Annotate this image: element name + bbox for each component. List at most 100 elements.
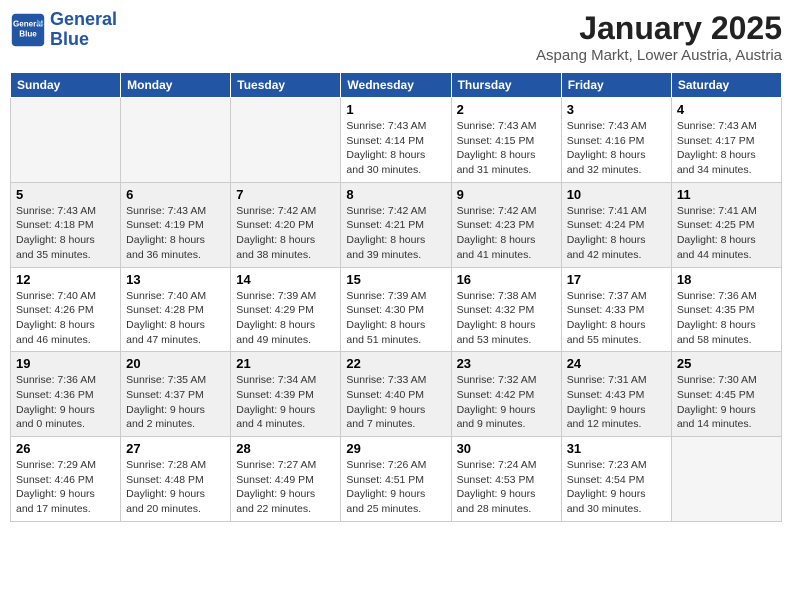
calendar-day-cell: 16Sunrise: 7:38 AM Sunset: 4:32 PM Dayli… [451, 267, 561, 352]
day-number: 20 [126, 356, 225, 371]
weekday-header: Wednesday [341, 73, 451, 98]
day-number: 8 [346, 187, 445, 202]
calendar-day-cell: 25 Sunrise: 7:30 AM Sunset: 4:45 PM Dayli… [671, 352, 781, 437]
day-number: 14 [236, 272, 335, 287]
day-info: Sunrise: 7:43 AM Sunset: 4:17 PM Dayligh… [677, 119, 776, 178]
calendar-day-cell [671, 437, 781, 522]
day-number: 21 [236, 356, 335, 371]
calendar-week-row: 12 Sunrise: 7:40 AM Sunset: 4:26 PM Dayli… [11, 267, 782, 352]
calendar-day-cell: 22 Sunrise: 7:33 AM Sunset: 4:40 PM Dayli… [341, 352, 451, 437]
day-number: 12 [16, 272, 115, 287]
calendar-day-cell: 11Sunrise: 7:41 AM Sunset: 4:25 PM Dayli… [671, 182, 781, 267]
day-number: 29 [346, 441, 445, 456]
calendar-day-cell: 2Sunrise: 7:43 AM Sunset: 4:15 PM Daylig… [451, 98, 561, 183]
calendar-week-row: 19 Sunrise: 7:36 AM Sunset: 4:36 PM Dayli… [11, 352, 782, 437]
day-info: Sunrise: 7:35 AM Sunset: 4:37 PM Dayligh… [126, 373, 225, 432]
logo-icon: General Blue [10, 12, 46, 48]
day-number: 19 [16, 356, 115, 371]
day-info: Sunrise: 7:31 AM Sunset: 4:43 PM Dayligh… [567, 373, 666, 432]
day-number: 10 [567, 187, 666, 202]
calendar-day-cell: 9Sunrise: 7:42 AM Sunset: 4:23 PM Daylig… [451, 182, 561, 267]
day-number: 23 [457, 356, 556, 371]
day-info: Sunrise: 7:29 AM Sunset: 4:46 PM Dayligh… [16, 458, 115, 517]
day-number: 24 [567, 356, 666, 371]
day-info: Sunrise: 7:34 AM Sunset: 4:39 PM Dayligh… [236, 373, 335, 432]
weekday-header: Friday [561, 73, 671, 98]
calendar-day-cell: 27 Sunrise: 7:28 AM Sunset: 4:48 PM Dayli… [121, 437, 231, 522]
calendar-day-cell: 3Sunrise: 7:43 AM Sunset: 4:16 PM Daylig… [561, 98, 671, 183]
day-info: Sunrise: 7:30 AM Sunset: 4:45 PM Dayligh… [677, 373, 776, 432]
calendar-day-cell: 6Sunrise: 7:43 AM Sunset: 4:19 PM Daylig… [121, 182, 231, 267]
day-number: 30 [457, 441, 556, 456]
weekday-header: Monday [121, 73, 231, 98]
calendar-day-cell: 10 Sunrise: 7:41 AM Sunset: 4:24 PM Dayli… [561, 182, 671, 267]
day-info: Sunrise: 7:40 AM Sunset: 4:26 PM Dayligh… [16, 289, 115, 348]
calendar-day-cell: 28 Sunrise: 7:27 AM Sunset: 4:49 PM Dayli… [231, 437, 341, 522]
calendar-day-cell: 12 Sunrise: 7:40 AM Sunset: 4:26 PM Dayli… [11, 267, 121, 352]
calendar-day-cell: 29 Sunrise: 7:26 AM Sunset: 4:51 PM Dayli… [341, 437, 451, 522]
day-number: 22 [346, 356, 445, 371]
day-number: 6 [126, 187, 225, 202]
day-info: Sunrise: 7:28 AM Sunset: 4:48 PM Dayligh… [126, 458, 225, 517]
calendar-day-cell: 31Sunrise: 7:23 AM Sunset: 4:54 PM Dayli… [561, 437, 671, 522]
weekday-header: Sunday [11, 73, 121, 98]
day-info: Sunrise: 7:43 AM Sunset: 4:18 PM Dayligh… [16, 204, 115, 263]
calendar-day-cell: 15 Sunrise: 7:39 AM Sunset: 4:30 PM Dayli… [341, 267, 451, 352]
calendar-day-cell [231, 98, 341, 183]
calendar-week-row: 5 Sunrise: 7:43 AM Sunset: 4:18 PM Daylig… [11, 182, 782, 267]
calendar-day-cell: 20 Sunrise: 7:35 AM Sunset: 4:37 PM Dayli… [121, 352, 231, 437]
day-info: Sunrise: 7:42 AM Sunset: 4:21 PM Dayligh… [346, 204, 445, 263]
day-info: Sunrise: 7:39 AM Sunset: 4:30 PM Dayligh… [346, 289, 445, 348]
calendar-day-cell: 18 Sunrise: 7:36 AM Sunset: 4:35 PM Dayli… [671, 267, 781, 352]
weekday-header: Saturday [671, 73, 781, 98]
calendar-header-row: SundayMondayTuesdayWednesdayThursdayFrid… [11, 73, 782, 98]
day-number: 25 [677, 356, 776, 371]
day-number: 26 [16, 441, 115, 456]
weekday-header: Tuesday [231, 73, 341, 98]
day-number: 17 [567, 272, 666, 287]
calendar-day-cell: 13 Sunrise: 7:40 AM Sunset: 4:28 PM Dayli… [121, 267, 231, 352]
title-block: January 2025 Aspang Markt, Lower Austria… [536, 10, 782, 64]
day-info: Sunrise: 7:33 AM Sunset: 4:40 PM Dayligh… [346, 373, 445, 432]
day-info: Sunrise: 7:26 AM Sunset: 4:51 PM Dayligh… [346, 458, 445, 517]
day-info: Sunrise: 7:42 AM Sunset: 4:23 PM Dayligh… [457, 204, 556, 263]
calendar-day-cell: 4 Sunrise: 7:43 AM Sunset: 4:17 PM Daylig… [671, 98, 781, 183]
calendar-day-cell: 19 Sunrise: 7:36 AM Sunset: 4:36 PM Dayli… [11, 352, 121, 437]
location-title: Aspang Markt, Lower Austria, Austria [536, 47, 782, 64]
calendar-day-cell: 21 Sunrise: 7:34 AM Sunset: 4:39 PM Dayli… [231, 352, 341, 437]
day-info: Sunrise: 7:43 AM Sunset: 4:15 PM Dayligh… [457, 119, 556, 178]
day-info: Sunrise: 7:27 AM Sunset: 4:49 PM Dayligh… [236, 458, 335, 517]
weekday-header: Thursday [451, 73, 561, 98]
day-info: Sunrise: 7:23 AM Sunset: 4:54 PM Dayligh… [567, 458, 666, 517]
logo: General Blue General Blue [10, 10, 117, 50]
day-number: 4 [677, 102, 776, 117]
day-info: Sunrise: 7:42 AM Sunset: 4:20 PM Dayligh… [236, 204, 335, 263]
day-number: 15 [346, 272, 445, 287]
logo-text-line1: General [50, 10, 117, 30]
calendar-day-cell: 17Sunrise: 7:37 AM Sunset: 4:33 PM Dayli… [561, 267, 671, 352]
day-info: Sunrise: 7:32 AM Sunset: 4:42 PM Dayligh… [457, 373, 556, 432]
day-info: Sunrise: 7:40 AM Sunset: 4:28 PM Dayligh… [126, 289, 225, 348]
day-info: Sunrise: 7:36 AM Sunset: 4:35 PM Dayligh… [677, 289, 776, 348]
day-info: Sunrise: 7:36 AM Sunset: 4:36 PM Dayligh… [16, 373, 115, 432]
day-number: 16 [457, 272, 556, 287]
calendar-week-row: 26 Sunrise: 7:29 AM Sunset: 4:46 PM Dayli… [11, 437, 782, 522]
day-number: 28 [236, 441, 335, 456]
day-number: 13 [126, 272, 225, 287]
day-number: 5 [16, 187, 115, 202]
logo-text-line2: Blue [50, 30, 117, 50]
day-info: Sunrise: 7:43 AM Sunset: 4:14 PM Dayligh… [346, 119, 445, 178]
svg-text:Blue: Blue [19, 29, 37, 38]
day-number: 18 [677, 272, 776, 287]
calendar-day-cell: 8 Sunrise: 7:42 AM Sunset: 4:21 PM Daylig… [341, 182, 451, 267]
calendar-day-cell: 26 Sunrise: 7:29 AM Sunset: 4:46 PM Dayli… [11, 437, 121, 522]
calendar-day-cell: 5 Sunrise: 7:43 AM Sunset: 4:18 PM Daylig… [11, 182, 121, 267]
calendar-table: SundayMondayTuesdayWednesdayThursdayFrid… [10, 72, 782, 522]
day-info: Sunrise: 7:41 AM Sunset: 4:24 PM Dayligh… [567, 204, 666, 263]
calendar-day-cell: 7Sunrise: 7:42 AM Sunset: 4:20 PM Daylig… [231, 182, 341, 267]
calendar-day-cell: 24 Sunrise: 7:31 AM Sunset: 4:43 PM Dayli… [561, 352, 671, 437]
calendar-day-cell [121, 98, 231, 183]
day-number: 27 [126, 441, 225, 456]
day-info: Sunrise: 7:43 AM Sunset: 4:16 PM Dayligh… [567, 119, 666, 178]
page-header: General Blue General Blue January 2025 A… [10, 10, 782, 64]
